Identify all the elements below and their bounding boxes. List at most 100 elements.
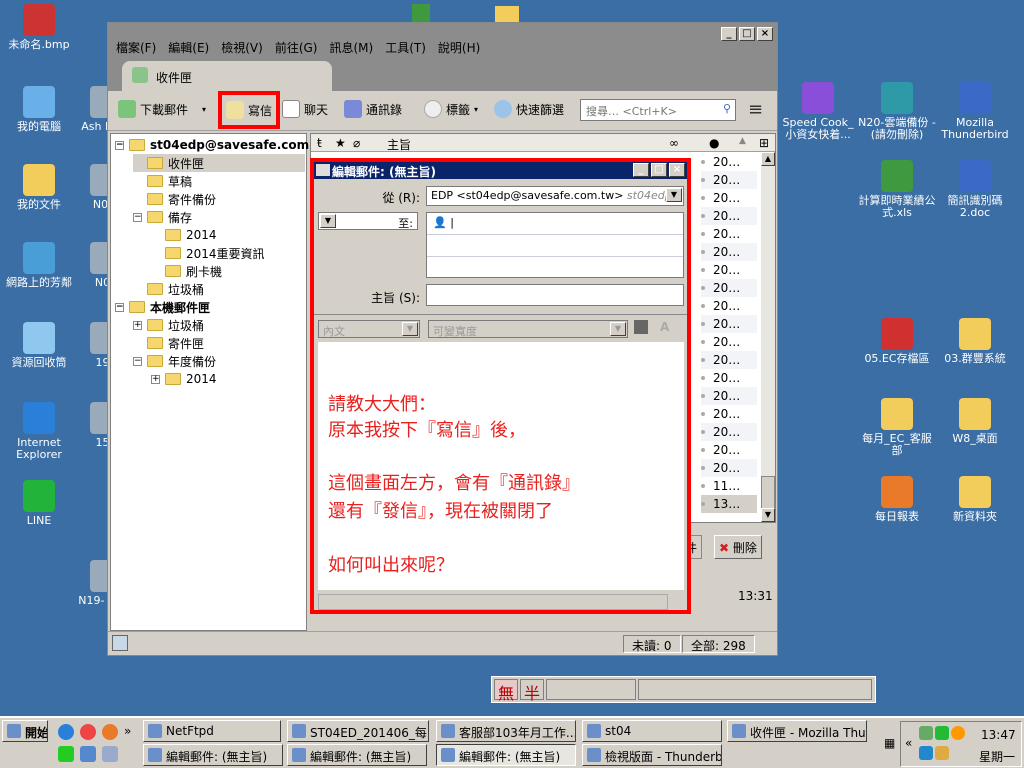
close-button[interactable]: × — [669, 163, 685, 177]
read-status-icon[interactable] — [701, 196, 705, 200]
read-status-icon[interactable] — [701, 160, 705, 164]
tools-tray-icon[interactable] — [935, 746, 949, 760]
read-status-icon[interactable] — [701, 340, 705, 344]
chat-button[interactable]: 聊天 — [282, 100, 328, 118]
desktop-icon[interactable]: 03.群豐系統 — [936, 318, 1014, 365]
attachment-column-icon[interactable]: ⌀ — [353, 136, 360, 150]
subject-input[interactable] — [426, 284, 684, 306]
paragraph-format-select[interactable]: 內文 ▼ — [318, 320, 420, 338]
read-status-icon[interactable] — [701, 484, 705, 488]
message-row[interactable]: 20… — [701, 279, 757, 297]
message-row[interactable]: 20… — [701, 387, 757, 405]
message-row[interactable]: 20… — [701, 405, 757, 423]
taskbar-button[interactable]: 編輯郵件: (無主旨) — [287, 744, 427, 766]
folder-item[interactable]: 刷卡機 — [151, 262, 222, 280]
desktop-icon[interactable]: W8_桌面 — [936, 398, 1014, 445]
folder-item[interactable]: 2014重要資訊 — [151, 244, 265, 262]
folder-item[interactable]: − 本機郵件匣 — [115, 298, 210, 316]
scroll-thumb[interactable] — [761, 476, 775, 510]
read-status-icon[interactable] — [701, 466, 705, 470]
maximize-button[interactable]: □ — [739, 27, 755, 41]
read-status-icon[interactable] — [701, 502, 705, 506]
desktop-icon[interactable]: 計算即時業績公式.xls — [858, 160, 936, 219]
folder-item[interactable]: 2014 — [151, 226, 217, 244]
teamviewer-tray-icon[interactable] — [919, 746, 933, 760]
address-book-button[interactable]: 通訊錄 — [344, 100, 402, 118]
firefox-icon[interactable] — [102, 724, 118, 740]
more-icon[interactable]: » — [124, 724, 131, 740]
message-row[interactable]: 20… — [701, 153, 757, 171]
star-column-icon[interactable]: ★ — [335, 136, 346, 150]
read-status-icon[interactable] — [701, 268, 705, 272]
ie-icon[interactable] — [58, 724, 74, 740]
read-status-icon[interactable] — [701, 286, 705, 290]
scrollbar[interactable]: ▲ ▼ — [761, 152, 775, 522]
dropdown-arrow-icon[interactable]: ▾ — [202, 105, 206, 114]
menu-item[interactable]: 訊息(M) — [329, 39, 373, 56]
read-status-icon[interactable] — [701, 304, 705, 308]
taskbar-button[interactable]: ST04ED_201406_每... — [287, 720, 429, 742]
read-status-icon[interactable] — [701, 178, 705, 182]
folder-item[interactable]: 收件匣 — [133, 154, 305, 172]
quick-filter-button[interactable]: 快速篩選 — [494, 100, 564, 118]
expand-toggle-icon[interactable]: − — [133, 212, 142, 222]
folder-item[interactable]: − st04edp@savesafe.com.tw — [115, 136, 331, 154]
read-status-icon[interactable] — [701, 250, 705, 254]
message-row[interactable]: 20… — [701, 261, 757, 279]
start-button[interactable]: 開始 — [2, 720, 48, 742]
message-row[interactable]: 20… — [701, 441, 757, 459]
folder-item[interactable]: 寄件匣 — [133, 334, 204, 352]
from-select[interactable]: EDP <st04edp@savesafe.com.tw> st04edp@sa… — [426, 186, 684, 206]
read-status-icon[interactable] — [701, 412, 705, 416]
app-icon[interactable] — [102, 746, 118, 762]
message-body[interactable]: 請教大大們： 原本我按下『寫信』後， 這個畫面左方，會有『通訊錄』 還有『發信』… — [318, 342, 684, 590]
taskbar-button[interactable]: st04 — [582, 720, 722, 742]
taskbar-button[interactable]: 收件匣 - Mozilla Thu... — [727, 720, 867, 742]
message-row[interactable]: 20… — [701, 315, 757, 333]
message-row[interactable]: 20… — [701, 369, 757, 387]
to-input-row[interactable] — [427, 235, 683, 257]
scroll-up-button[interactable]: ▲ — [761, 152, 775, 166]
read-status-icon[interactable] — [701, 430, 705, 434]
excel-file-icon[interactable] — [412, 4, 430, 24]
tab-inbox[interactable]: 收件匣 — [122, 61, 332, 91]
expand-toggle-icon[interactable]: − — [115, 302, 124, 312]
to-field[interactable]: 👤 | — [426, 212, 684, 278]
message-row[interactable]: 20… — [701, 207, 757, 225]
desktop-icon[interactable]: 05.EC存檔區 — [858, 318, 936, 365]
tags-button[interactable]: 標籤 ▾ — [424, 100, 478, 118]
line-tray-icon[interactable] — [935, 726, 949, 740]
search-input[interactable]: 搜尋… <Ctrl+K> ⚲ — [580, 99, 736, 121]
folder-item[interactable]: 寄件備份 — [133, 190, 216, 208]
tray-icon[interactable] — [919, 726, 933, 740]
menu-item[interactable]: 編輯(E) — [168, 39, 209, 56]
desktop-icon[interactable]: 每日報表 — [858, 476, 936, 523]
desktop-icon[interactable]: N20-雲端備份 -(請勿刪除) — [858, 82, 936, 141]
subject-column[interactable]: 主旨 — [387, 136, 411, 153]
chrome-icon[interactable] — [80, 724, 96, 740]
app-menu-icon[interactable]: ≡ — [748, 99, 763, 120]
read-status-icon[interactable] — [701, 448, 705, 452]
expand-toggle-icon[interactable]: − — [133, 356, 142, 366]
folder-item[interactable]: 垃圾桶 — [133, 280, 204, 298]
desktop-icon[interactable]: Mozilla Thunderbird — [936, 82, 1014, 141]
online-status-icon[interactable] — [112, 635, 128, 651]
network-monitor-icon[interactable] — [58, 746, 74, 762]
tray-icon[interactable] — [951, 726, 965, 740]
expand-toggle-icon[interactable]: − — [115, 140, 124, 150]
message-row[interactable]: 20… — [701, 189, 757, 207]
folder-item[interactable]: 草稿 — [133, 172, 192, 190]
read-status-icon[interactable] — [701, 322, 705, 326]
desktop-icon[interactable]: 每月_EC_客服部 — [858, 398, 936, 457]
message-row[interactable]: 20… — [701, 297, 757, 315]
font-size-icon[interactable]: A — [660, 320, 669, 334]
sort-ascending-icon[interactable]: ▲ — [739, 136, 746, 146]
message-row[interactable]: 11… — [701, 477, 757, 495]
folder-item[interactable]: − 備存 — [133, 208, 192, 226]
read-status-icon[interactable] — [701, 394, 705, 398]
message-row[interactable]: 20… — [701, 171, 757, 189]
menu-item[interactable]: 說明(H) — [438, 39, 480, 56]
close-button[interactable]: × — [757, 27, 773, 41]
delete-button[interactable]: ✖ 刪除 — [714, 535, 762, 559]
expand-toggle-icon[interactable]: + — [133, 320, 142, 330]
